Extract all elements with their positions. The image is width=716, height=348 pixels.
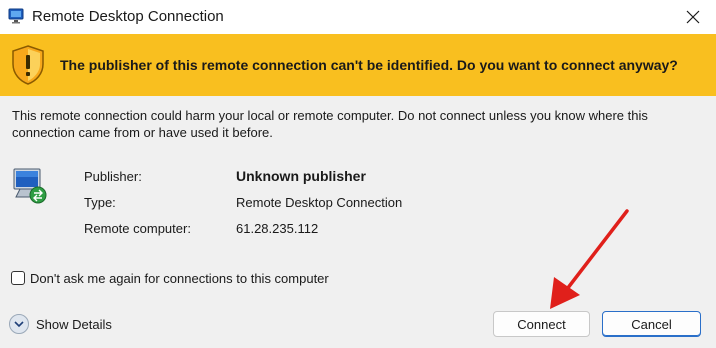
publisher-label: Publisher:	[84, 169, 142, 184]
computer-icon	[13, 168, 47, 204]
show-details-label: Show Details	[36, 316, 112, 332]
warning-text: This remote connection could harm your l…	[12, 108, 648, 140]
remote-computer-label: Remote computer:	[84, 221, 191, 236]
banner-message: The publisher of this remote connection …	[60, 57, 678, 73]
connect-button[interactable]: Connect	[493, 311, 590, 337]
show-details-toggle[interactable]: Show Details	[9, 314, 112, 334]
dont-ask-checkbox-label[interactable]: Don't ask me again for connections to th…	[30, 271, 329, 286]
dont-ask-checkbox[interactable]	[11, 271, 25, 285]
close-icon	[686, 10, 700, 24]
remote-desktop-icon	[8, 8, 24, 24]
type-label: Type:	[84, 195, 116, 210]
window-title: Remote Desktop Connection	[32, 8, 224, 25]
close-button[interactable]	[670, 0, 716, 34]
publisher-value: Unknown publisher	[236, 168, 366, 184]
cancel-button[interactable]: Cancel	[602, 311, 701, 337]
title-bar: Remote Desktop Connection	[0, 0, 716, 34]
warning-shield-icon	[12, 45, 44, 85]
red-arrow-icon	[550, 209, 629, 309]
warning-banner: The publisher of this remote connection …	[0, 34, 716, 96]
type-value: Remote Desktop Connection	[236, 195, 403, 210]
chevron-down-icon	[9, 314, 29, 334]
remote-computer-value: 61.28.235.112	[236, 221, 319, 236]
